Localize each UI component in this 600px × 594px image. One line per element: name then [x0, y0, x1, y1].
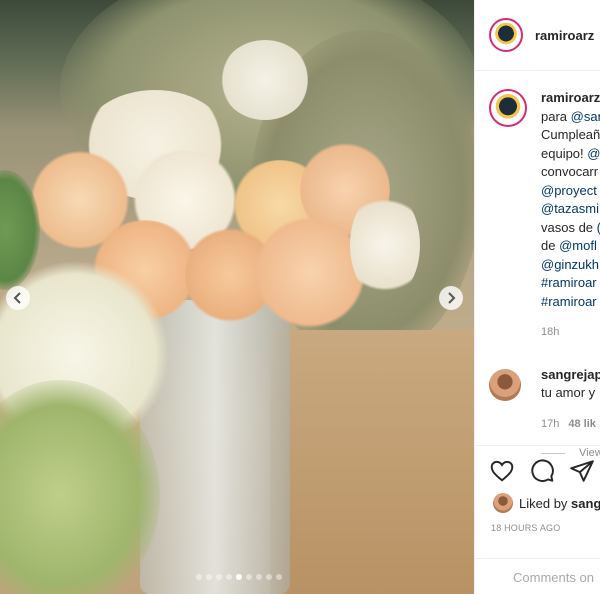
post-timestamp[interactable]: 18 HOURS AGO [475, 513, 600, 533]
caption-line: equipo! @ [541, 145, 600, 161]
photo-rose [255, 215, 365, 330]
post-photo[interactable] [0, 0, 474, 594]
caption-line: vasos de ( [541, 219, 600, 235]
caption-time[interactable]: 18h [541, 323, 600, 342]
liked-by-user[interactable]: sang [571, 496, 600, 511]
caption-line: @ginzukh [541, 256, 600, 272]
caption-line: Cumpleañ [541, 127, 600, 142]
liked-by: Liked by sang [475, 484, 600, 513]
caption-line: de @mofl [541, 238, 597, 253]
carousel-dot [196, 574, 202, 580]
caption-text: ramiroarz para @san Cumpleañ equipo! @ c… [541, 89, 600, 342]
comment-item: sangrejap tu amor y 17h 48 lik [475, 366, 600, 434]
carousel-dot [206, 574, 212, 580]
commenter-avatar[interactable] [489, 368, 521, 401]
carousel-next-button[interactable] [439, 286, 463, 310]
post-actions: Liked by sang 18 HOURS AGO Comments on [475, 445, 600, 594]
comment-likes[interactable]: 48 lik [568, 418, 596, 430]
comment-meta: 17h 48 lik [541, 415, 600, 434]
photo-rose [220, 40, 310, 120]
carousel-prev-button[interactable] [6, 286, 30, 310]
comment-time[interactable]: 17h [541, 418, 559, 430]
caption-line: para @san [541, 108, 600, 124]
liker-avatar[interactable] [493, 493, 513, 513]
post-header: ramiroarz [475, 0, 600, 71]
carousel-dot [266, 574, 272, 580]
commenter-username[interactable]: sangrejap [541, 367, 600, 382]
carousel-dot [226, 574, 232, 580]
photo-rose [350, 190, 420, 300]
liked-by-label: Liked by [519, 495, 568, 511]
carousel-dot [216, 574, 222, 580]
caption-line: @tazasmi [541, 201, 599, 216]
comment-body: tu amor y [541, 385, 596, 400]
carousel-dots [196, 574, 282, 580]
caption-line: #ramiroar [541, 293, 597, 309]
carousel-dot [256, 574, 262, 580]
caption-line: convocarr [541, 164, 599, 179]
comment-icon[interactable] [529, 458, 555, 484]
author-avatar[interactable] [489, 18, 523, 52]
carousel-dot [276, 574, 282, 580]
caption-avatar[interactable] [489, 89, 527, 127]
post-side-panel: ramiroarz ramiroarz para @san Cumpleañ e… [474, 0, 600, 594]
caption-line: @proyect [541, 182, 597, 198]
carousel-dot [236, 574, 242, 580]
caption-username[interactable]: ramiroarz [541, 90, 600, 105]
carousel-dot [246, 574, 252, 580]
post-caption: ramiroarz para @san Cumpleañ equipo! @ c… [475, 71, 600, 342]
share-icon[interactable] [569, 458, 595, 484]
photo-table [270, 330, 474, 594]
chevron-right-icon [448, 292, 456, 304]
heart-icon[interactable] [489, 458, 515, 484]
caption-line: #ramiroar [541, 275, 597, 290]
chevron-left-icon [13, 292, 21, 304]
comment-input[interactable]: Comments on [475, 558, 600, 594]
author-username[interactable]: ramiroarz [535, 28, 594, 43]
